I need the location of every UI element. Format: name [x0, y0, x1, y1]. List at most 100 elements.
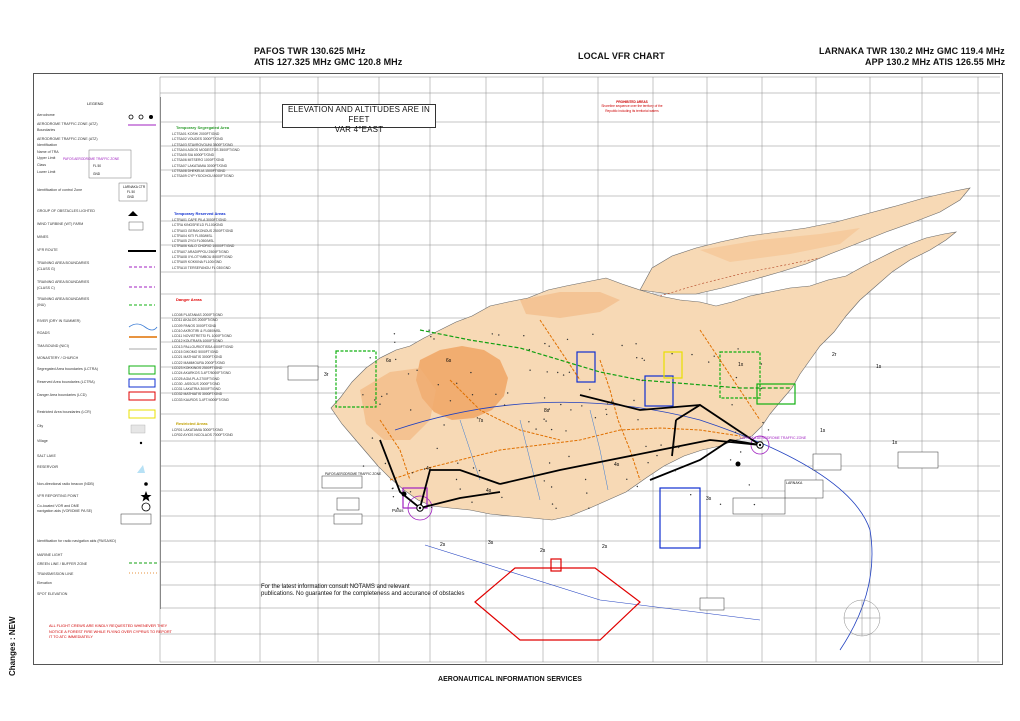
village-dot — [673, 444, 675, 446]
village-dot — [606, 403, 609, 405]
village-dot — [523, 335, 525, 337]
village-dot — [416, 369, 418, 371]
village-dot — [767, 429, 770, 431]
village-dot — [384, 462, 387, 465]
sector-label: 1x — [738, 362, 744, 368]
village-dot — [528, 421, 530, 423]
village-dot — [633, 399, 635, 402]
village-dot — [708, 361, 710, 363]
pafos-atz-label: PAFOS AERODROME TRAFFIC ZONE — [325, 472, 382, 476]
village-dot — [543, 397, 546, 399]
legend-panel: LEGEND Aerodrome AERODROME TRAFFIC ZONE (… — [33, 97, 161, 609]
larnaka-label: LARNAKA — [786, 481, 803, 485]
village-dot — [748, 484, 750, 486]
village-dot — [641, 379, 643, 382]
village-dot — [535, 428, 537, 430]
village-dot — [548, 408, 550, 410]
village-dot — [487, 492, 489, 495]
elevation-line1: ELEVATION AND ALTITUDES ARE IN FEET — [287, 105, 431, 124]
village-dot — [760, 387, 762, 390]
village-dot — [544, 342, 546, 345]
village-dot — [430, 336, 432, 338]
village-dot — [605, 408, 607, 411]
restricted-list: LCR01 LAKATAMIA 3000FT/GND LCR02 AYIOS NI… — [172, 428, 233, 439]
larnaka-atz-label: LARNAKA AERODROME TRAFFIC ZONE — [740, 436, 807, 440]
village-dot — [740, 451, 742, 453]
village-dot — [393, 333, 396, 335]
village-dot — [409, 491, 412, 493]
red-note-line1: ALL FLIGHT CREWS ARE KINDLY REQUESTED WH… — [49, 624, 168, 628]
village-dot — [660, 444, 662, 446]
sector-label: 1x — [892, 440, 898, 446]
village-dot — [543, 418, 545, 420]
sector-label: 3r — [324, 372, 329, 378]
village-dot — [762, 421, 764, 424]
village-dot — [545, 420, 547, 422]
village-dot — [671, 353, 673, 355]
village-dot — [459, 488, 461, 490]
danger-title: Danger Areas — [176, 297, 202, 302]
village-dot — [423, 468, 426, 470]
village-dot — [362, 394, 364, 396]
village-dot — [501, 496, 503, 499]
sector-label: 4s — [614, 462, 620, 468]
village-dot — [543, 480, 545, 482]
village-dot — [734, 431, 737, 433]
village-dot — [546, 371, 548, 373]
village-dot — [568, 371, 571, 373]
village-dot — [565, 430, 567, 432]
village-dot — [645, 445, 647, 448]
legend-tra-upper: FL 50 — [93, 164, 102, 168]
compass-rose — [843, 599, 881, 637]
restricted-title: Restricted Areas — [176, 421, 208, 426]
village-dot — [636, 485, 638, 488]
segregated-list: LCTSA01 KOSHI 2000FT/GND LCTSA02 VOUDES 3… — [172, 132, 240, 180]
village-dot — [436, 447, 438, 450]
danger-area-item: LCD33 KAUROS 3-4FT/4000FT/GND — [172, 397, 229, 402]
elevation-note-box: ELEVATION AND ALTITUDES ARE IN FEET VAR … — [282, 104, 436, 134]
sector-label: 3s — [488, 540, 494, 546]
info-boxes-right — [699, 451, 939, 611]
village-dot — [731, 404, 733, 406]
village-dot — [503, 404, 506, 406]
village-dot — [491, 333, 493, 335]
village-dot — [641, 357, 643, 360]
elevation-line2: VAR 4°EAST — [334, 125, 384, 134]
village-dot — [456, 382, 458, 384]
village-dot — [588, 507, 590, 509]
village-dot — [621, 344, 623, 347]
sector-label: 6s — [386, 358, 392, 364]
village-dot — [455, 478, 458, 481]
village-dot — [586, 492, 588, 494]
village-dot — [568, 455, 570, 458]
village-dot — [392, 496, 395, 498]
village-dot — [379, 403, 381, 405]
village-dot — [369, 357, 371, 359]
reserved-area-item: LCTRA10 TERSEFANOU FL 030/GND — [172, 265, 231, 270]
village-dot — [381, 395, 383, 398]
village-dot — [548, 345, 550, 347]
village-dot — [584, 478, 587, 481]
village-dot — [391, 487, 394, 490]
restricted-area-item: LCR02 AYIOS NICOLAOS 7000FT/GND — [172, 433, 233, 438]
village-dot — [753, 503, 756, 506]
village-dot — [691, 353, 693, 356]
sector-label: 2s — [602, 544, 608, 550]
village-dot — [674, 470, 676, 472]
sector-label: 2s — [540, 548, 546, 554]
village-dot — [737, 348, 739, 350]
sector-label: 2s — [440, 542, 446, 548]
village-dot — [647, 462, 649, 464]
village-dot — [471, 394, 474, 396]
village-dot — [581, 405, 583, 407]
village-dot — [407, 373, 410, 375]
village-dot — [498, 334, 500, 336]
village-dot — [443, 424, 445, 426]
village-dot — [478, 469, 481, 472]
village-dot — [471, 501, 473, 503]
village-dot — [476, 417, 479, 419]
red-note-line3: IT TO ATC IMMEDIATELY — [49, 635, 93, 639]
village-dot — [729, 459, 732, 461]
village-dot — [678, 446, 680, 449]
village-dot — [635, 343, 637, 345]
